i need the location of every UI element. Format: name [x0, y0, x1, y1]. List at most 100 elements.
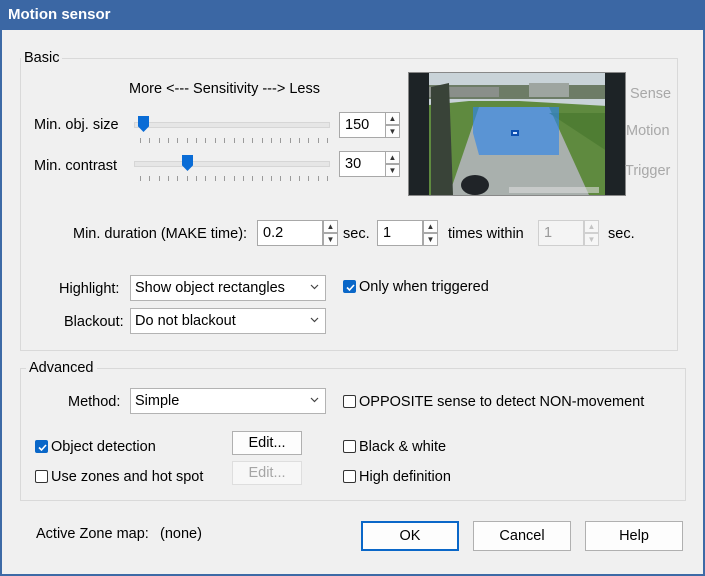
min-contrast-spinner[interactable]: ▲ ▼ — [385, 151, 400, 177]
slider-tick — [140, 176, 141, 181]
sec-label-2: sec. — [608, 226, 635, 242]
min-duration-label: Min. duration (MAKE time): — [73, 226, 248, 242]
slider-tick — [215, 138, 216, 143]
slider-tick — [318, 138, 319, 143]
object-detection-edit-button[interactable]: Edit... — [232, 431, 302, 455]
slider-tick — [252, 138, 253, 143]
slider-tick — [290, 138, 291, 143]
method-select[interactable]: Simple — [130, 388, 326, 414]
highlight-value: Show object rectangles — [135, 280, 285, 296]
times-value: 1 — [383, 225, 392, 241]
spin-up-icon[interactable]: ▲ — [423, 220, 438, 233]
active-zone-value: (none) — [160, 526, 202, 542]
times-input[interactable]: 1 — [377, 220, 423, 246]
slider-tick — [234, 176, 235, 181]
only-triggered-checkbox[interactable] — [343, 280, 356, 293]
title-bar[interactable]: Motion sensor — [0, 0, 705, 30]
checkmark-icon — [38, 444, 47, 452]
slider-tick — [290, 176, 291, 181]
highlight-label: Highlight: — [59, 281, 120, 297]
slider-tick — [177, 138, 178, 143]
blackout-select[interactable]: Do not blackout — [130, 308, 326, 334]
min-obj-size-input[interactable]: 150 — [339, 112, 386, 138]
slider-tick — [327, 176, 328, 181]
slider-tick — [205, 138, 206, 143]
min-contrast-track[interactable] — [134, 161, 330, 167]
slider-tick — [140, 138, 141, 143]
cancel-button[interactable]: Cancel — [473, 521, 571, 551]
slider-tick — [196, 176, 197, 181]
slider-tick — [262, 138, 263, 143]
help-button[interactable]: Help — [585, 521, 683, 551]
camera-preview — [408, 72, 626, 196]
min-contrast-ticks — [140, 176, 328, 181]
sec-label-1: sec. — [343, 226, 370, 242]
checkmark-icon — [346, 284, 355, 292]
high-definition-label[interactable]: High definition — [359, 469, 451, 485]
method-label: Method: — [68, 394, 121, 410]
min-duration-input[interactable]: 0.2 — [257, 220, 323, 246]
spin-down-icon[interactable]: ▼ — [323, 233, 338, 246]
opposite-checkbox[interactable] — [343, 395, 356, 408]
min-obj-size-ticks — [140, 138, 328, 143]
slider-tick — [234, 138, 235, 143]
black-white-label[interactable]: Black & white — [359, 439, 446, 455]
times-within-label: times within — [448, 226, 524, 242]
ok-button[interactable]: OK — [361, 521, 459, 551]
slider-tick — [243, 176, 244, 181]
min-contrast-value: 30 — [345, 156, 362, 172]
opposite-label[interactable]: OPPOSITE sense to detect NON-movement — [359, 394, 644, 410]
slider-tick — [308, 138, 309, 143]
slider-tick — [262, 176, 263, 181]
times-spinner[interactable]: ▲ ▼ — [423, 220, 438, 246]
use-zones-checkbox[interactable] — [35, 470, 48, 483]
slider-tick — [252, 176, 253, 181]
slider-tick — [196, 138, 197, 143]
slider-tick — [205, 176, 206, 181]
chevron-down-icon — [310, 284, 319, 290]
spin-down-icon: ▼ — [584, 233, 599, 246]
min-duration-value: 0.2 — [263, 225, 284, 241]
slider-tick — [308, 176, 309, 181]
within-input: 1 — [538, 220, 584, 246]
motion-sensor-window: Motion sensor Basic More <--- Sensitivit… — [0, 0, 705, 576]
preview-trigger-label: Trigger — [625, 163, 671, 179]
high-definition-checkbox[interactable] — [343, 470, 356, 483]
slider-tick — [224, 176, 225, 181]
slider-tick — [271, 176, 272, 181]
object-detection-checkbox[interactable] — [35, 440, 48, 453]
slider-tick — [159, 176, 160, 181]
within-value: 1 — [544, 225, 553, 241]
preview-motion-label: Motion — [626, 123, 670, 139]
dialog-body: Basic More <--- Sensitivity ---> Less Mi… — [2, 30, 703, 574]
window-title: Motion sensor — [8, 6, 111, 23]
slider-tick — [280, 176, 281, 181]
min-contrast-input[interactable]: 30 — [339, 151, 386, 177]
spin-up-icon[interactable]: ▲ — [385, 151, 400, 164]
chevron-down-icon — [310, 317, 319, 323]
advanced-legend: Advanced — [26, 360, 97, 376]
slider-tick — [280, 138, 281, 143]
spin-up-icon[interactable]: ▲ — [323, 220, 338, 233]
object-detection-label[interactable]: Object detection — [51, 439, 156, 455]
min-obj-size-track[interactable] — [134, 122, 330, 128]
spin-down-icon[interactable]: ▼ — [385, 125, 400, 138]
min-obj-size-spinner[interactable]: ▲ ▼ — [385, 112, 400, 138]
highlight-select[interactable]: Show object rectangles — [130, 275, 326, 301]
slider-tick — [149, 138, 150, 143]
spin-down-icon[interactable]: ▼ — [423, 233, 438, 246]
use-zones-label[interactable]: Use zones and hot spot — [51, 469, 203, 485]
spin-up-icon[interactable]: ▲ — [385, 112, 400, 125]
min-contrast-label: Min. contrast — [34, 158, 117, 174]
spin-down-icon[interactable]: ▼ — [385, 164, 400, 177]
black-white-checkbox[interactable] — [343, 440, 356, 453]
min-duration-spinner[interactable]: ▲ ▼ — [323, 220, 338, 246]
active-zone-label: Active Zone map: — [36, 526, 149, 542]
slider-tick — [159, 138, 160, 143]
slider-tick — [318, 176, 319, 181]
slider-tick — [149, 176, 150, 181]
only-triggered-label[interactable]: Only when triggered — [359, 279, 489, 295]
chevron-down-icon — [310, 397, 319, 403]
blackout-value: Do not blackout — [135, 313, 236, 329]
slider-tick — [168, 176, 169, 181]
